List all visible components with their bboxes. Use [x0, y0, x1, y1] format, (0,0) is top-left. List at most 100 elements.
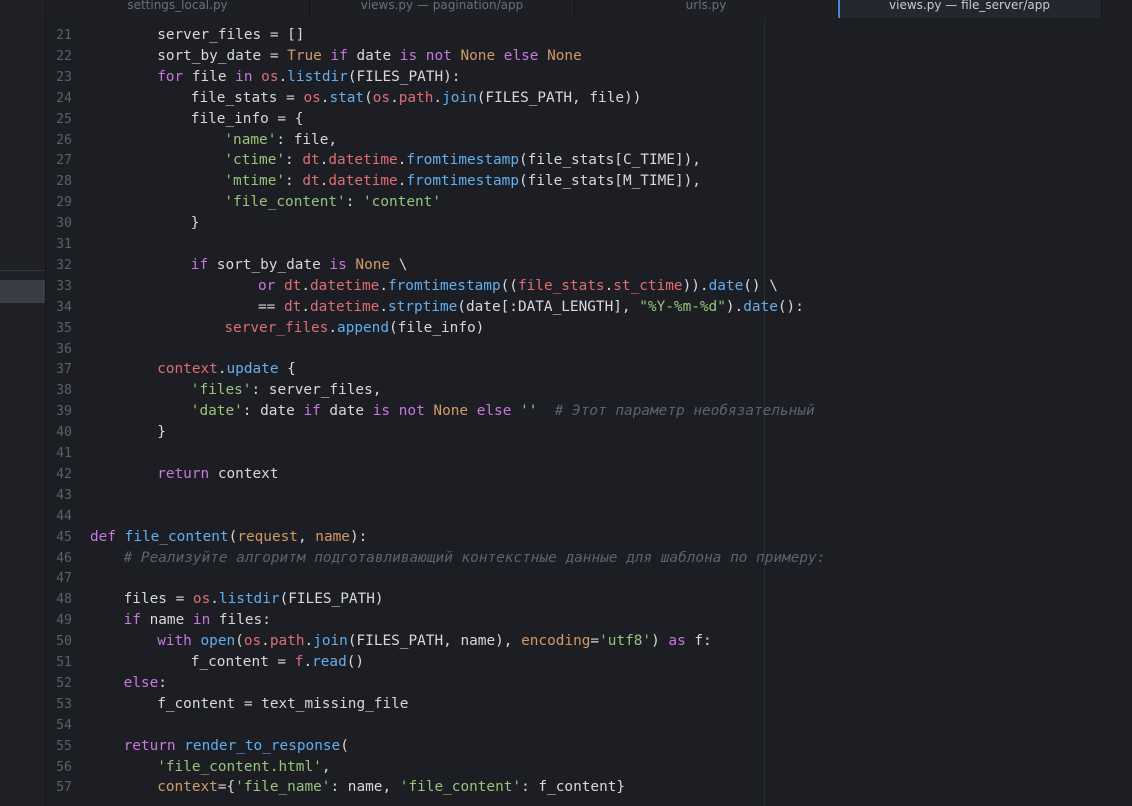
code-token: datetime: [328, 152, 398, 169]
line-number: 22: [56, 48, 72, 64]
code-line[interactable]: }: [157, 424, 166, 440]
code-line[interactable]: server_files = []: [157, 27, 304, 43]
tab-views-pagination[interactable]: views.py — pagination/app: [310, 0, 575, 18]
code-token: True: [287, 47, 322, 64]
code-line[interactable]: 'name': file,: [224, 132, 337, 148]
code-token: 'ctime': [224, 152, 286, 169]
line-number: 24: [56, 90, 72, 106]
code-line[interactable]: def file_content(request, name):: [90, 529, 367, 545]
code-line[interactable]: else:: [124, 675, 167, 691]
line-number: 48: [56, 592, 72, 608]
code-line[interactable]: }: [191, 215, 200, 231]
code-token: (date[:DATA_LENGTH],: [457, 298, 640, 315]
code-line[interactable]: 'date': date if date is not None else ''…: [191, 403, 815, 419]
code-token: "%Y-%m-%d": [639, 298, 726, 315]
code-token: context: [157, 361, 218, 378]
line-number: 53: [56, 696, 72, 712]
code-token: (: [235, 633, 244, 650]
code-token: files =: [123, 591, 193, 608]
code-token: 'date': [190, 403, 243, 420]
code-token: .: [217, 361, 227, 378]
code-token: : f_content}: [521, 779, 626, 796]
line-number: 38: [56, 383, 72, 399]
line-number: 50: [56, 634, 72, 650]
line-number: 31: [56, 237, 72, 252]
code-line[interactable]: if name in files:: [124, 612, 271, 628]
code-line[interactable]: 'file_content.html',: [157, 759, 330, 775]
code-line[interactable]: 'file_content': 'content': [224, 194, 441, 210]
line-number: 42: [56, 466, 72, 482]
code-token: dt: [302, 152, 320, 169]
code-token: if: [330, 47, 348, 64]
code-token: fromtimestamp: [406, 152, 519, 169]
line-number: 28: [56, 174, 72, 190]
code-token: return: [123, 737, 176, 754]
tab-urls[interactable]: urls.py: [575, 0, 838, 18]
code-token: render_to_response: [184, 737, 341, 754]
code-line[interactable]: context.update {: [157, 361, 296, 377]
code-line[interactable]: return context: [157, 466, 278, 482]
code-token: with: [157, 633, 192, 650]
code-line[interactable]: 'files': server_files,: [191, 382, 382, 398]
code-token: datetime: [310, 298, 380, 315]
code-token: strptime: [387, 298, 458, 315]
code-line[interactable]: files = os.listdir(FILES_PATH): [124, 591, 384, 607]
code-token: )).: [682, 277, 709, 294]
line-number: 23: [56, 69, 72, 85]
code-line[interactable]: for file in os.listdir(FILES_PATH):: [157, 69, 460, 85]
code-token: :: [345, 194, 364, 211]
code-token: file_content: [124, 528, 229, 545]
line-number: 20: [46, 18, 72, 21]
code-editor[interactable]: 20 21 server_files = [] 22 sort_by_date = T…: [46, 18, 1132, 806]
code-line[interactable]: == dt.datetime.strptime(date[:DATA_LENGT…: [258, 299, 804, 315]
code-token: update: [226, 361, 279, 378]
code-token: if: [303, 403, 321, 420]
code-token: st_ctime: [613, 277, 683, 294]
code-token: :: [285, 173, 303, 190]
code-token: join: [442, 89, 477, 106]
code-line[interactable]: return render_to_response(: [124, 738, 349, 754]
code-line[interactable]: context={'file_name': name, 'file_conten…: [157, 779, 625, 795]
code-token: else: [476, 403, 512, 420]
code-token: .: [390, 89, 399, 106]
code-line[interactable]: file_stats = os.stat(os.path.join(FILES_…: [191, 90, 642, 106]
code-token: f_content =: [190, 654, 295, 670]
code-token: date: [347, 47, 400, 64]
code-line[interactable]: sort_by_date = True if date is not None …: [157, 48, 582, 64]
code-line[interactable]: file_info = {: [191, 111, 304, 127]
tab-settings-local[interactable]: settings_local.py: [46, 0, 310, 18]
sidebar-selected-item[interactable]: [0, 280, 45, 303]
code-line[interactable]: # Реализуйте алгоритм подготавливающий к…: [124, 550, 826, 566]
code-token: stat: [329, 89, 365, 106]
line-number: 33: [56, 278, 72, 294]
line-number: 21: [56, 28, 72, 43]
code-token: fromtimestamp: [406, 173, 519, 190]
code-token: {: [278, 361, 296, 378]
code-line[interactable]: or dt.datetime.fromtimestamp((file_stats…: [258, 278, 778, 294]
code-token: if: [123, 612, 141, 629]
code-token: append: [337, 319, 390, 336]
code-token: path: [269, 633, 305, 650]
code-line[interactable]: server_files.append(file_info): [224, 320, 484, 336]
code-token: in: [235, 68, 253, 85]
tab-label: views.py — file_server/app: [889, 0, 1050, 12]
code-line[interactable]: f_content = text_missing_file: [157, 696, 408, 712]
line-number: 51: [56, 655, 72, 670]
code-token: (file_stats[C_TIME]),: [519, 152, 701, 169]
code-line[interactable]: with open(os.path.join(FILES_PATH, name)…: [157, 633, 712, 649]
line-number: 56: [56, 759, 72, 775]
code-line[interactable]: f_content = f.read(): [191, 654, 364, 670]
code-token: else: [123, 674, 159, 691]
code-token: : server_files,: [251, 382, 382, 399]
code-line[interactable]: 'ctime': dt.datetime.fromtimestamp(file_…: [224, 152, 701, 168]
line-number: 35: [56, 320, 72, 336]
code-line[interactable]: 'mtime': dt.datetime.fromtimestamp(file_…: [224, 173, 701, 189]
code-token: # Реализуйте алгоритм подготавливающий к…: [123, 549, 826, 566]
code-line[interactable]: if sort_by_date is None \: [191, 257, 408, 273]
code-token: '': [520, 403, 538, 420]
tab-views-file-server[interactable]: views.py — file_server/app: [838, 0, 1102, 18]
tab-label: settings_local.py: [127, 0, 228, 12]
